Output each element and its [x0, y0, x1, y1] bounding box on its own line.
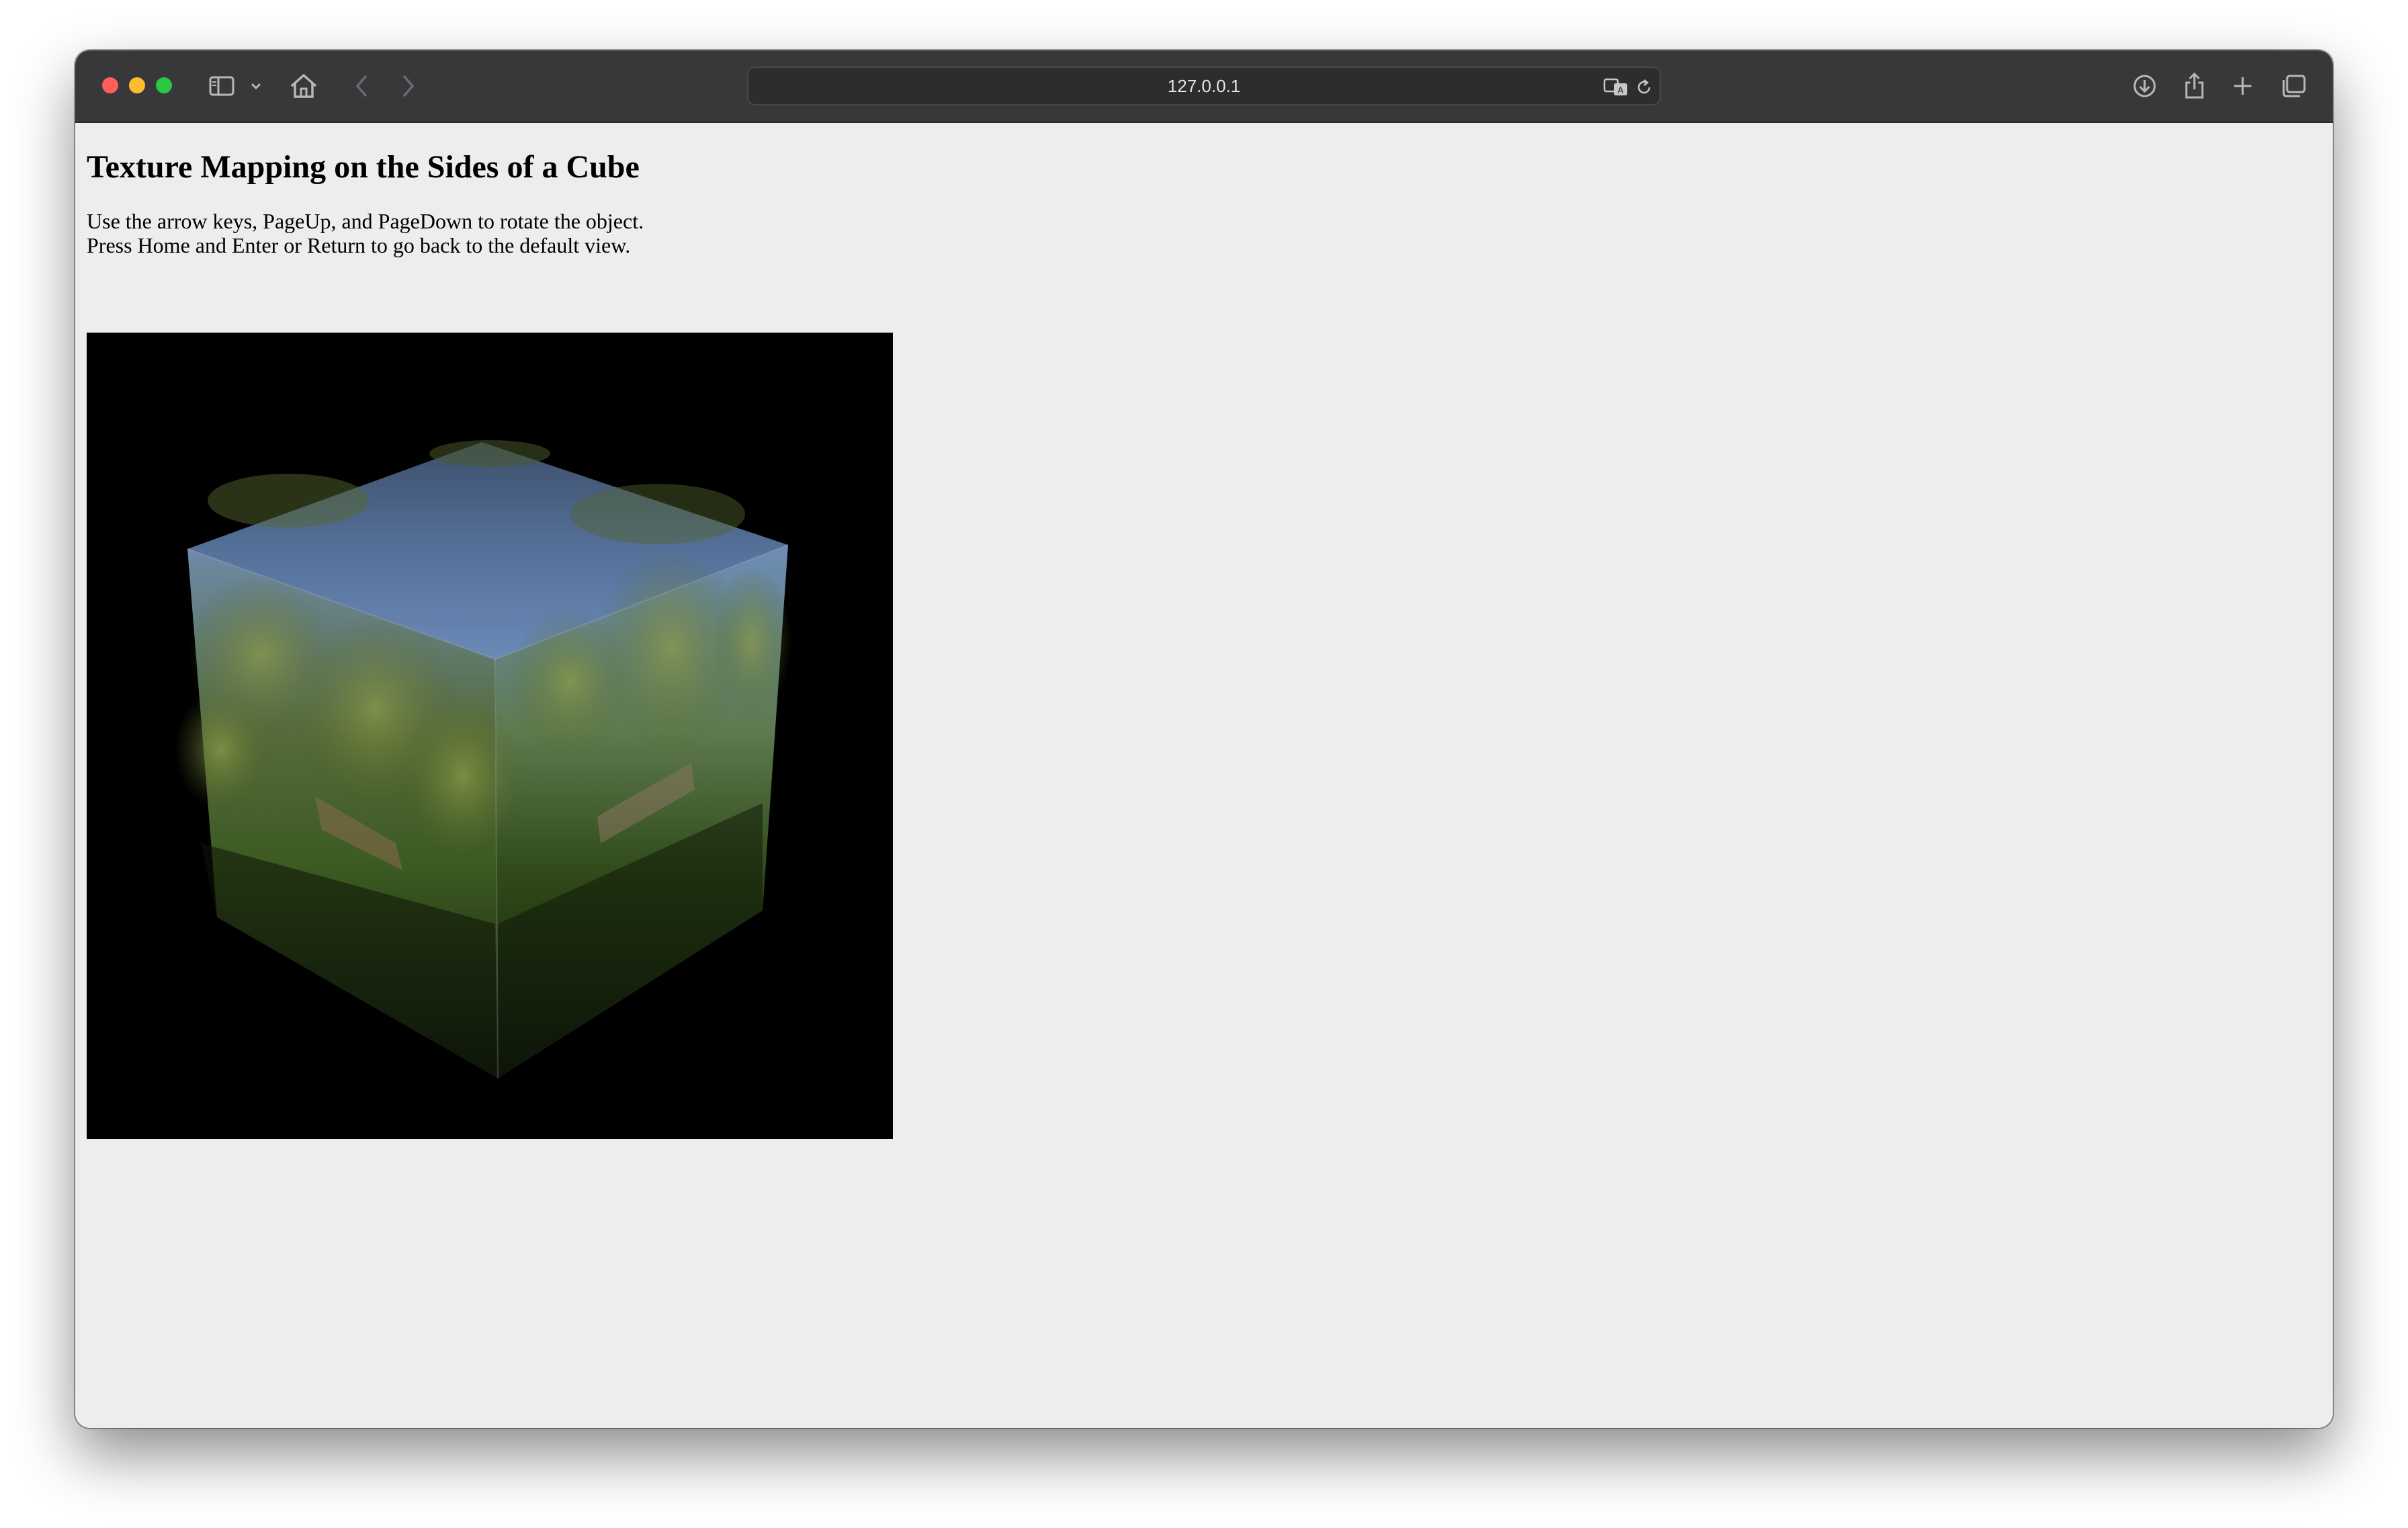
share-icon[interactable]	[2181, 71, 2208, 101]
instructions: Use the arrow keys, PageUp, and PageDown…	[87, 209, 644, 257]
address-bar[interactable]: 127.0.0.1 A	[747, 67, 1661, 105]
page-content: Texture Mapping on the Sides of a Cube U…	[75, 123, 2333, 1428]
maximize-window-button[interactable]	[156, 77, 172, 93]
reload-icon[interactable]	[1635, 79, 1653, 99]
home-icon[interactable]	[288, 71, 320, 101]
translate-icon[interactable]: A	[1603, 77, 1630, 101]
minimize-window-button[interactable]	[129, 77, 145, 93]
textured-cube	[174, 440, 792, 1079]
forward-arrow-icon[interactable]	[395, 71, 422, 101]
browser-toolbar: 127.0.0.1 A	[75, 50, 2333, 123]
instructions-line-2: Press Home and Enter or Return to go bac…	[87, 233, 631, 257]
sidebar-icon[interactable]	[207, 71, 236, 101]
plus-icon[interactable]	[2229, 71, 2256, 101]
browser-window: 127.0.0.1 A Texture Mapping on the Sides…	[75, 50, 2333, 1428]
address-text: 127.0.0.1	[1167, 76, 1241, 96]
webgl-canvas[interactable]	[87, 333, 893, 1139]
chevron-down-icon[interactable]	[247, 71, 265, 101]
svg-text:A: A	[1618, 86, 1624, 96]
download-icon[interactable]	[2130, 71, 2159, 101]
tabs-icon[interactable]	[2279, 71, 2309, 101]
close-window-button[interactable]	[102, 77, 118, 93]
back-arrow-icon[interactable]	[348, 71, 375, 101]
page-title: Texture Mapping on the Sides of a Cube	[87, 149, 640, 185]
instructions-line-1: Use the arrow keys, PageUp, and PageDown…	[87, 209, 644, 233]
